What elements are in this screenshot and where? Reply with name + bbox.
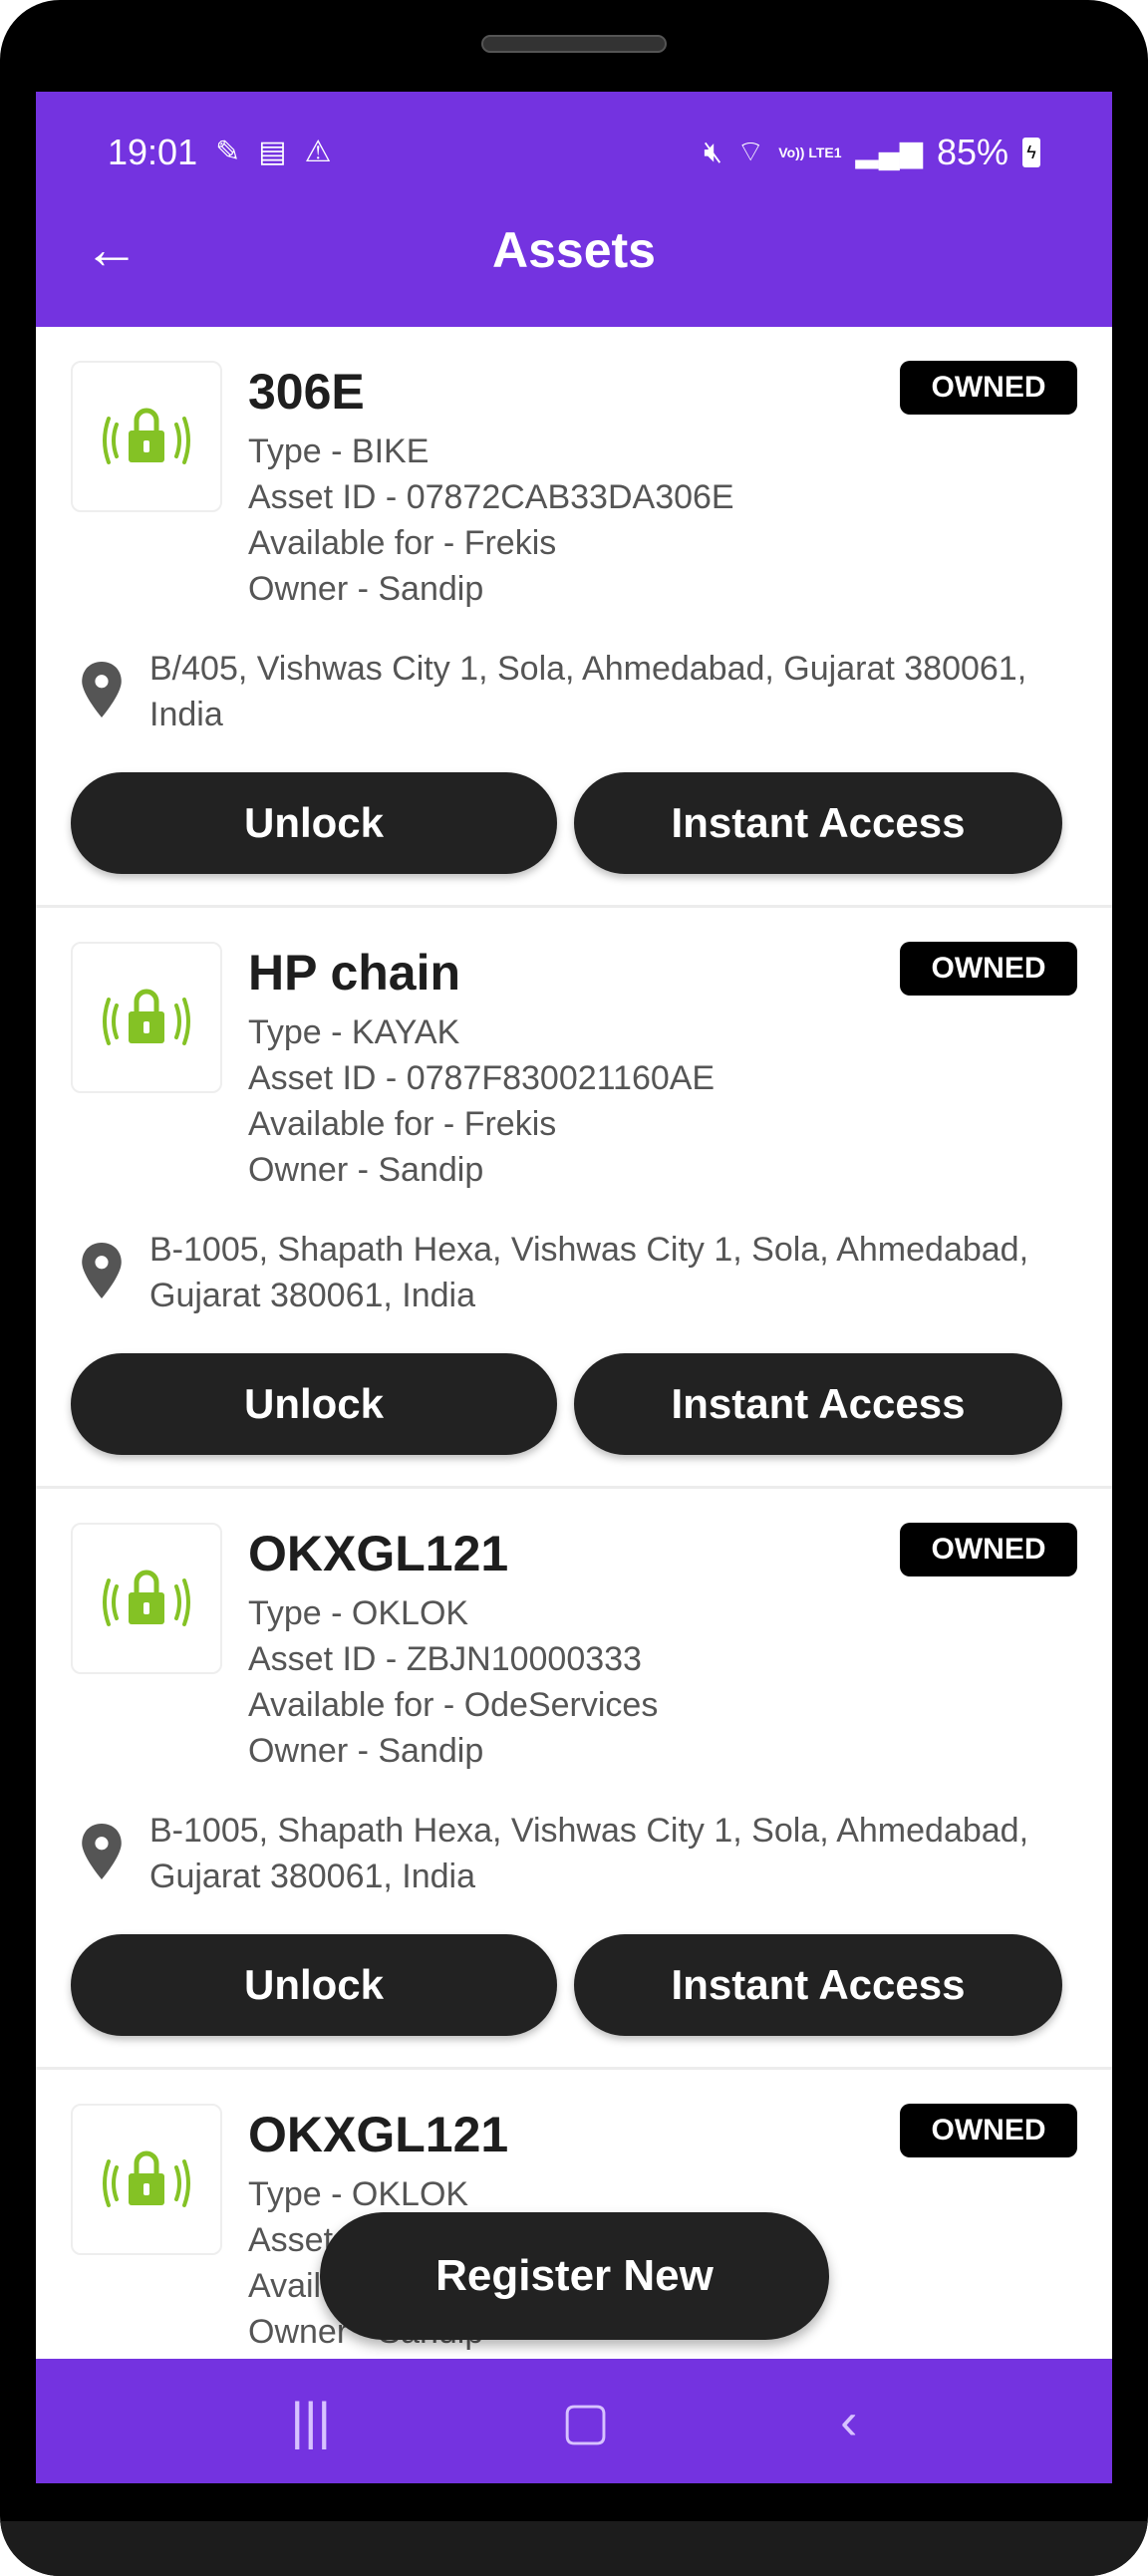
signal-icon: ▂▄▆ [855, 136, 923, 168]
smart-lock-icon [103, 408, 190, 464]
network-type: Vo)) LTE1 [778, 144, 842, 160]
smart-lock-icon [103, 2150, 190, 2207]
asset-address: B-1005, Shapath Hexa, Vishwas City 1, So… [149, 1812, 1029, 1895]
asset-name: HP chain [248, 945, 461, 1001]
asset-card[interactable]: HP chain OWNED Type - KAYAK Asset ID - 0… [36, 908, 1112, 1489]
asset-owner: Owner - Sandip [248, 1151, 484, 1189]
speaker-grille [481, 35, 667, 53]
asset-type: Type - KAYAK [248, 1013, 460, 1051]
mute-icon: 🔇︎ [704, 136, 723, 168]
asset-card[interactable]: OKXGL121 OWNED Type - OKLOK Asset ID - Z… [36, 1489, 1112, 2070]
location-pin-icon [82, 662, 122, 717]
wifi-icon: ⌔ [736, 136, 765, 168]
screen: 19:01 ✎ ▤ ⚠ 🔇︎ ⌔ Vo)) LTE1 ▂▄▆ 85% ϟ ← A… [36, 92, 1112, 2483]
unlock-button[interactable]: Unlock [71, 1353, 557, 1455]
asset-available-for: Available for - Frekis [248, 524, 557, 562]
phone-frame: 19:01 ✎ ▤ ⚠ 🔇︎ ⌔ Vo)) LTE1 ▂▄▆ 85% ϟ ← A… [0, 0, 1148, 2576]
warning-icon: ⚠ [304, 136, 332, 168]
location-pin-icon [82, 1243, 122, 1298]
asset-id: Asset ID - 07872CAB33DA306E [248, 478, 734, 516]
asset-id: Asset ID - 0787F830021160AE [248, 1059, 716, 1097]
task-notification-icon: ▤ [258, 136, 287, 168]
asset-thumbnail [71, 1523, 222, 1674]
asset-address: B/405, Vishwas City 1, Sola, Ahmedabad, … [149, 650, 1027, 733]
asset-type: Type - OKLOK [248, 1594, 469, 1632]
unlock-button[interactable]: Unlock [71, 1934, 557, 2036]
owned-badge: OWNED [900, 1523, 1077, 1576]
unlock-button[interactable]: Unlock [71, 772, 557, 874]
smart-lock-icon [103, 1570, 190, 1626]
asset-thumbnail [71, 2104, 222, 2255]
owned-badge: OWNED [900, 942, 1077, 996]
status-bar: 19:01 ✎ ▤ ⚠ 🔇︎ ⌔ Vo)) LTE1 ▂▄▆ 85% ϟ [108, 128, 1040, 177]
instant-access-button[interactable]: Instant Access [574, 1934, 1062, 2036]
asset-card[interactable]: 306E OWNED Type - BIKE Asset ID - 07872C… [36, 327, 1112, 908]
asset-thumbnail [71, 361, 222, 512]
page-title: Assets [492, 222, 656, 278]
location-pin-icon [82, 1824, 122, 1879]
instant-access-button[interactable]: Instant Access [574, 772, 1062, 874]
asset-available-for: Available for - OdeServices [248, 1686, 659, 1724]
app-notification-icon: ✎ [215, 136, 241, 168]
owned-badge: OWNED [900, 361, 1077, 415]
instant-access-button[interactable]: Instant Access [574, 1353, 1062, 1455]
asset-thumbnail [71, 942, 222, 1093]
asset-name: OKXGL121 [248, 2107, 509, 2162]
system-nav-bar: ||| ▢ ‹ [36, 2359, 1112, 2483]
phone-chin [0, 2521, 1148, 2576]
smart-lock-icon [103, 989, 190, 1045]
asset-name: OKXGL121 [248, 1526, 509, 1581]
battery-charging-icon: ϟ [1022, 138, 1040, 167]
home-icon[interactable]: ▢ [561, 2392, 610, 2451]
asset-owner: Owner - Sandip [248, 1732, 484, 1770]
recents-icon[interactable]: ||| [291, 2392, 332, 2451]
asset-id: Asset ID - ZBJN10000333 [248, 1640, 642, 1678]
clock: 19:01 [108, 132, 198, 172]
app-bar: 19:01 ✎ ▤ ⚠ 🔇︎ ⌔ Vo)) LTE1 ▂▄▆ 85% ϟ ← A… [36, 92, 1112, 327]
asset-address: B-1005, Shapath Hexa, Vishwas City 1, So… [149, 1231, 1029, 1314]
back-icon[interactable]: ‹ [840, 2392, 857, 2451]
owned-badge: OWNED [900, 2104, 1077, 2157]
battery-percent: 85% [936, 132, 1008, 172]
asset-available-for: Available for - Frekis [248, 1105, 557, 1143]
asset-list: 306E OWNED Type - BIKE Asset ID - 07872C… [36, 327, 1112, 2483]
register-new-button[interactable]: Register New [320, 2212, 829, 2340]
asset-type: Type - OKLOK [248, 2175, 469, 2213]
asset-owner: Owner - Sandip [248, 570, 484, 608]
asset-name: 306E [248, 364, 365, 420]
asset-type: Type - BIKE [248, 432, 430, 470]
